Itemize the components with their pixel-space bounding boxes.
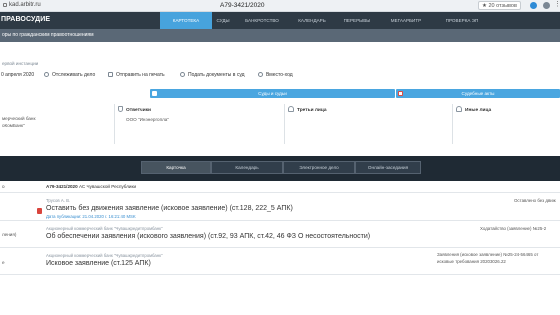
event-type-left: ления)	[2, 232, 17, 237]
case-number-line: А79-3421/2020 АС Чувашской Республики	[46, 184, 136, 189]
arrow-icon	[258, 72, 263, 77]
case-toolbar: 0 апреля 2020 Отслеживать дело Отправить…	[0, 71, 560, 81]
divider	[114, 104, 115, 144]
parties-section: мерческий банк оКомБанк" Ответчики ООО "…	[0, 106, 560, 144]
nav-check-signature[interactable]: ПРОВЕРКА ЭП	[438, 12, 486, 29]
divider	[284, 104, 285, 144]
case-event[interactable]: ления) Акционерный коммерческий банк "Чу…	[0, 221, 560, 248]
site-logo[interactable]: ПРАВОСУДИЕ	[1, 16, 50, 23]
event-author: Акционерный коммерческий банк "Чувашкред…	[46, 226, 163, 231]
profile-icon[interactable]	[543, 2, 550, 9]
other-parties-heading: Иные лица	[456, 106, 556, 113]
case-header-row: о А79-3421/2020 АС Чувашской Республики	[0, 181, 560, 193]
nav-megaarbitr[interactable]: МЕГААРБИТР	[378, 12, 434, 29]
track-case-button[interactable]: Отслеживать дело	[44, 72, 95, 78]
defendant-name[interactable]: ООО "Инэнергопла"	[126, 116, 278, 123]
case-view-switcher: Карточка Календарь Электронное дело Онла…	[0, 156, 560, 181]
nav-courts[interactable]: СУДЫ	[212, 12, 234, 29]
tab-electronic-case[interactable]: Электронное дело	[283, 161, 355, 174]
tab-court-acts[interactable]: Судебные акты	[396, 89, 560, 98]
event-status: Оставлено без движ	[514, 198, 556, 203]
tab-title: А79-3421/2020	[220, 2, 265, 9]
event-publication-date: Дата публикации: 21.04.2020 г. 16:21:40 …	[46, 214, 136, 219]
plaintiff-line-2[interactable]: оКомБанк"	[2, 122, 110, 129]
nav-bankruptcy[interactable]: БАНКРОТСТВО	[236, 12, 288, 29]
menu-icon[interactable]: ⋮	[554, 1, 560, 9]
event-author: Трусов А. В.	[46, 198, 71, 203]
third-parties-heading: Третьи лица	[288, 106, 418, 113]
rating-badge[interactable]: ★ 20 отзывов	[478, 1, 521, 10]
defendants-heading: Ответчики	[118, 106, 278, 113]
case-number: А79-3421/2020	[46, 184, 78, 189]
event-status: Ходатайство (заявление) №25-2	[480, 226, 547, 231]
nav-calendar[interactable]: КАЛЕНДАРЬ	[288, 12, 336, 29]
event-status-line-1: Заявления (исковое заявление) №25-24-564…	[437, 252, 539, 257]
submit-documents-button[interactable]: Подать документы в суд	[180, 72, 245, 78]
site-header: ПРАВОСУДИЕ КАРТОТЕКА СУДЫ БАНКРОТСТВО КА…	[0, 12, 560, 29]
extension-icon[interactable]	[530, 2, 537, 9]
event-title[interactable]: Об обеспечении заявления (искового заявл…	[46, 233, 370, 240]
pdf-icon	[398, 91, 403, 96]
plaintiff-column: мерческий банк оКомБанк"	[2, 106, 110, 144]
case-date: 0 апреля 2020	[1, 72, 35, 78]
upload-icon	[180, 72, 185, 77]
event-title[interactable]: Исковое заявление (ст.125 АПК)	[46, 260, 151, 267]
address-bar[interactable]: kad.arbitr.ru	[3, 2, 41, 8]
event-status-line-2: исковые требования 20203026.22	[437, 259, 506, 264]
divider	[452, 104, 453, 144]
event-author: Акционерный коммерческий банк "Чувашкред…	[46, 253, 163, 258]
defendants-column: Ответчики ООО "Инэнергопла"	[118, 106, 278, 144]
nav-breaks[interactable]: ПЕРЕРЫВЫ	[336, 12, 378, 29]
pdf-icon[interactable]	[37, 208, 42, 214]
tab-online-hearings[interactable]: Онлайн-заседания	[355, 161, 421, 174]
nav-kartoteka[interactable]: КАРТОТЕКА	[160, 12, 212, 29]
event-type-left: е	[2, 260, 5, 265]
eye-icon	[44, 72, 49, 77]
case-category: оры по гражданским правоотношениям	[2, 32, 94, 38]
print-icon	[108, 72, 113, 77]
case-event[interactable]: е Акционерный коммерческий банк "Чувашкр…	[0, 248, 560, 275]
address-text: kad.arbitr.ru	[9, 2, 41, 8]
tab-courts-judges[interactable]: Суды и судьи	[150, 89, 395, 98]
tab-calendar[interactable]: Календарь	[211, 161, 283, 174]
person-icon	[456, 106, 462, 112]
print-button[interactable]: Отправить на печать	[108, 72, 165, 78]
shield-icon	[118, 106, 123, 112]
tab-card[interactable]: Карточка	[141, 161, 211, 174]
lock-icon	[3, 3, 7, 7]
court-name: АС Чувашской Республики	[78, 184, 137, 189]
folder-icon	[152, 91, 157, 96]
event-title[interactable]: Оставить без движения заявление (исковое…	[46, 205, 293, 212]
person-icon	[288, 106, 294, 112]
case-row-left: о	[2, 184, 5, 189]
case-event[interactable]: Трусов А. В. Оставить без движения заявл…	[0, 193, 560, 221]
instance-label: ервой инстанции	[2, 61, 39, 66]
case-category-bar: оры по гражданским правоотношениям	[0, 29, 560, 42]
third-parties-column: Третьи лица	[288, 106, 418, 144]
browser-toolbar: kad.arbitr.ru А79-3421/2020 ★ 20 отзывов…	[0, 0, 560, 12]
move-button[interactable]: Вместо-ход	[258, 72, 293, 78]
other-parties-column: Иные лица	[456, 106, 556, 144]
plaintiff-line-1[interactable]: мерческий банк	[2, 115, 110, 122]
